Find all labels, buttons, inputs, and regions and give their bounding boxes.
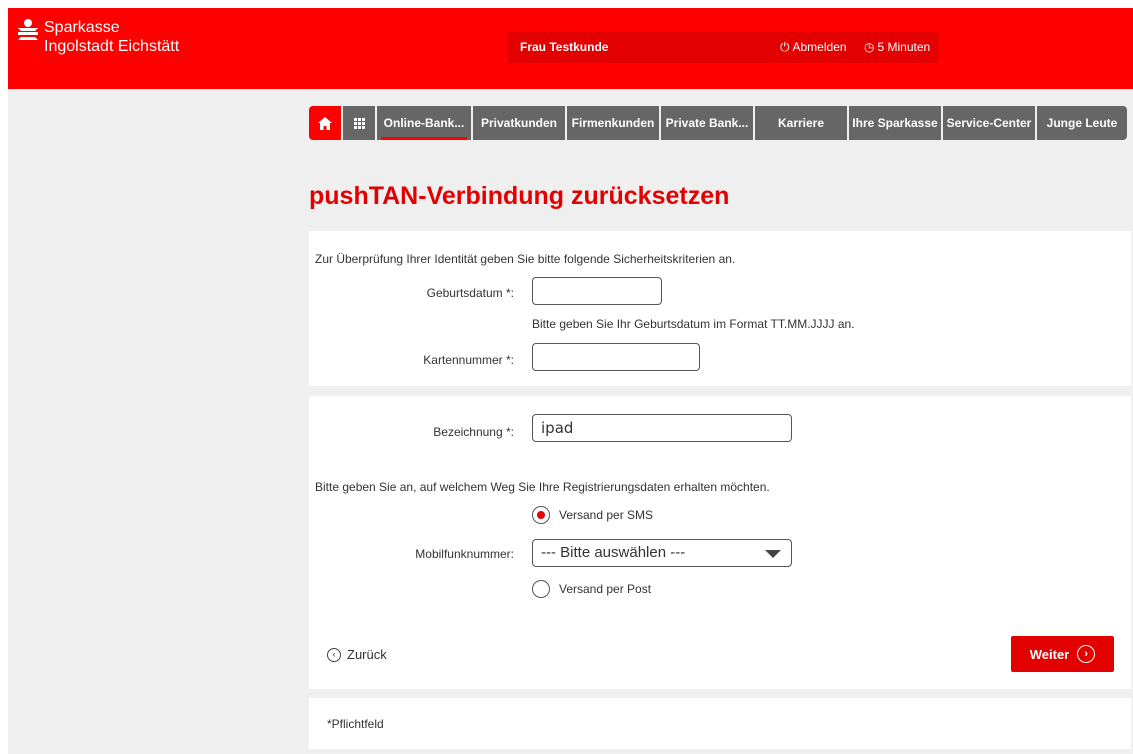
logout-button[interactable]: ⏻ Abmelden [780,40,847,54]
session-timer: ◷ 5 Minuten [864,40,930,54]
mobile-number-label: Mobilfunknummer: [415,547,514,561]
user-name: Frau Testkunde [520,40,609,54]
registration-panel: Bezeichnung *: Bitte geben Sie an, auf w… [309,396,1131,689]
back-label: Zurück [347,647,387,662]
sparkasse-s-icon [18,19,38,41]
mobile-number-selected: --- Bitte auswählen --- [541,544,686,561]
brand-location: Ingolstadt Eichstätt [44,38,180,55]
grid-icon [353,117,365,129]
birthdate-input[interactable] [532,277,662,305]
page-title: pushTAN-Verbindung zurücksetzen [309,182,730,210]
post-radio[interactable] [532,580,550,598]
device-name-label: Bezeichnung *: [433,425,514,439]
post-radio-label: Versand per Post [559,582,652,596]
nav-home[interactable] [309,106,341,140]
birthdate-label: Geburtsdatum *: [426,286,514,300]
delivery-prompt: Bitte geben Sie an, auf welchem Weg Sie … [315,480,770,494]
power-icon: ⏻ [780,40,790,54]
nav-item-karriere[interactable]: Karriere [755,106,847,140]
header-bar: Sparkasse Ingolstadt Eichstätt Frau Test… [8,8,1133,89]
sms-radio[interactable] [532,506,550,524]
card-number-input[interactable] [532,343,700,371]
chevron-left-icon: ‹ [327,647,341,662]
next-button[interactable]: Weiter › [1011,636,1114,672]
chevron-down-icon [765,550,781,558]
sparkasse-logo[interactable]: Sparkasse Ingolstadt Eichstätt [18,18,179,56]
nav-item-privatkunden[interactable]: Privatkunden [473,106,565,140]
sms-radio-label: Versand per SMS [559,508,654,522]
main-navigation: Online-Bank... Privatkunden Firmenkunden… [309,106,1131,140]
clock-icon: ◷ [864,40,875,54]
required-field-note: *Pflichtfeld [327,717,384,731]
chevron-right-icon: › [1077,645,1096,663]
nav-item-ihre-sparkasse[interactable]: Ihre Sparkasse [849,106,941,140]
identity-panel: Zur Überprüfung Ihrer Identität geben Si… [309,231,1131,386]
nav-item-service-center[interactable]: Service-Center [943,106,1035,140]
next-label: Weiter [1029,646,1070,662]
session-bar: Frau Testkunde ⏻ Abmelden ◷ 5 Minuten [508,32,938,63]
brand-name: Sparkasse [44,19,120,36]
nav-item-firmenkunden[interactable]: Firmenkunden [567,106,659,140]
nav-item-online-banking[interactable]: Online-Bank... [377,106,471,140]
logout-label: Abmelden [792,40,847,54]
session-timer-label: 5 Minuten [877,40,931,54]
footer-panel: *Pflichtfeld [309,698,1131,749]
identity-intro: Zur Überprüfung Ihrer Identität geben Si… [315,252,736,266]
home-icon [318,116,332,130]
back-button[interactable]: ‹ Zurück [327,647,387,662]
device-name-input[interactable] [532,414,792,442]
nav-item-private-banking[interactable]: Private Bank... [661,106,753,140]
card-number-label: Kartennummer *: [423,353,514,367]
nav-apps[interactable] [343,106,375,140]
mobile-number-select[interactable]: --- Bitte auswählen --- [532,539,792,567]
nav-item-junge-leute[interactable]: Junge Leute [1037,106,1127,140]
birthdate-hint: Bitte geben Sie Ihr Geburtsdatum im Form… [532,317,855,331]
